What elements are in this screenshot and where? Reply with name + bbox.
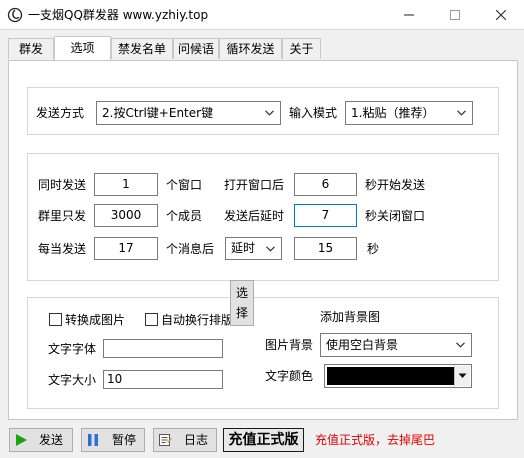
simultaneous-windows-input[interactable]: 1: [94, 173, 158, 196]
auto-wrap-label: 自动换行排版: [161, 313, 234, 327]
group-only-label: 群里只发: [38, 209, 87, 223]
after-action-select[interactable]: 延时: [225, 237, 282, 260]
group-only-unit: 个成员: [166, 209, 203, 223]
maximize-button[interactable]: [432, 0, 478, 30]
send-method-label: 发送方式: [36, 106, 85, 120]
color-label: 文字颜色: [265, 369, 314, 383]
tab-mass-send[interactable]: 群发: [8, 38, 54, 59]
promo-text: 充值正式版，去掉尾巴: [315, 433, 436, 447]
send-button-label: 发送: [39, 433, 64, 447]
app-logo-icon: [7, 7, 23, 23]
window-title: 一支烟QQ群发器 www.yzhiy.top: [28, 8, 209, 22]
text-color-picker[interactable]: [324, 364, 472, 388]
minimize-icon: [404, 10, 414, 20]
maximize-icon: [450, 10, 460, 20]
group-members-input[interactable]: 3000: [94, 204, 158, 227]
pause-icon: [88, 434, 98, 446]
chevron-down-icon: [458, 373, 467, 378]
convert-to-image-checkbox[interactable]: [49, 313, 62, 326]
close-icon: [496, 10, 506, 20]
simultaneous-unit: 个窗口: [166, 178, 203, 192]
color-swatch: [327, 367, 455, 385]
play-icon: [16, 434, 27, 446]
log-button[interactable]: 日志: [153, 428, 217, 452]
tab-strip: 群发 选项 禁发名单 问候语 循环发送 关于: [8, 36, 518, 60]
close-button[interactable]: [478, 0, 524, 30]
pause-button-label: 暂停: [112, 433, 137, 447]
choose-font-button-char: 选: [235, 286, 248, 300]
tab-blacklist[interactable]: 禁发名单: [111, 38, 173, 59]
size-input[interactable]: 10: [103, 370, 223, 389]
send-method-value: 2.按Ctrl键+Enter键: [102, 106, 214, 120]
pause-button[interactable]: 暂停: [81, 428, 145, 452]
every-send-label: 每当发送: [38, 242, 87, 256]
open-window-unit: 秒开始发送: [365, 178, 426, 192]
auto-wrap-checkbox[interactable]: [145, 313, 158, 326]
log-button-label: 日志: [184, 433, 209, 447]
chevron-down-icon: [266, 246, 275, 252]
chevron-down-icon: [457, 110, 466, 116]
add-background-label: 添加背景图: [320, 310, 381, 324]
open-window-label: 打开窗口后: [224, 178, 285, 192]
after-seconds-unit: 秒: [367, 242, 380, 256]
input-mode-value: 1.粘贴（推荐）: [351, 106, 435, 120]
font-label: 文字字体: [48, 342, 97, 356]
convert-to-image-label: 转换成图片: [65, 313, 126, 327]
after-action-value: 延时: [231, 241, 256, 255]
send-method-select[interactable]: 2.按Ctrl键+Enter键: [96, 101, 281, 125]
open-window-delay-input[interactable]: 6: [294, 173, 357, 196]
upgrade-button[interactable]: 充值正式版: [223, 428, 304, 452]
delay-after-send-label: 发送后延时: [224, 209, 285, 223]
delay-after-send-unit: 秒关闭窗口: [365, 209, 426, 223]
simultaneous-label: 同时发送: [38, 178, 87, 192]
app-window: 一支烟QQ群发器 www.yzhiy.top 群发 选项 禁发名单 问候语 循环…: [0, 0, 524, 458]
chevron-down-icon: [265, 110, 274, 116]
chevron-down-icon: [456, 342, 465, 348]
message-count-input[interactable]: 17: [94, 237, 158, 260]
background-select[interactable]: 使用空白背景: [320, 333, 472, 357]
background-label: 图片背景: [265, 338, 314, 352]
tab-about[interactable]: 关于: [282, 38, 321, 59]
tab-greetings[interactable]: 问候语: [173, 38, 219, 59]
title-bar: 一支烟QQ群发器 www.yzhiy.top: [0, 0, 524, 30]
color-dropdown-button[interactable]: [454, 366, 470, 386]
input-mode-label: 输入模式: [289, 106, 338, 120]
input-mode-select[interactable]: 1.粘贴（推荐）: [345, 101, 473, 125]
background-value: 使用空白背景: [326, 338, 399, 352]
delay-after-send-input[interactable]: 7: [294, 204, 357, 227]
log-icon: [159, 434, 172, 446]
tab-loop-send[interactable]: 循环发送: [219, 38, 282, 59]
every-send-unit: 个消息后: [166, 242, 215, 256]
size-label: 文字大小: [48, 373, 97, 387]
tab-options[interactable]: 选项: [54, 36, 111, 60]
after-seconds-input[interactable]: 15: [294, 237, 357, 260]
choose-font-button[interactable]: 选择: [230, 280, 254, 326]
choose-font-button-char: 择: [235, 306, 248, 320]
font-input[interactable]: [103, 339, 223, 358]
minimize-button[interactable]: [386, 0, 432, 30]
send-button[interactable]: 发送: [9, 428, 73, 452]
